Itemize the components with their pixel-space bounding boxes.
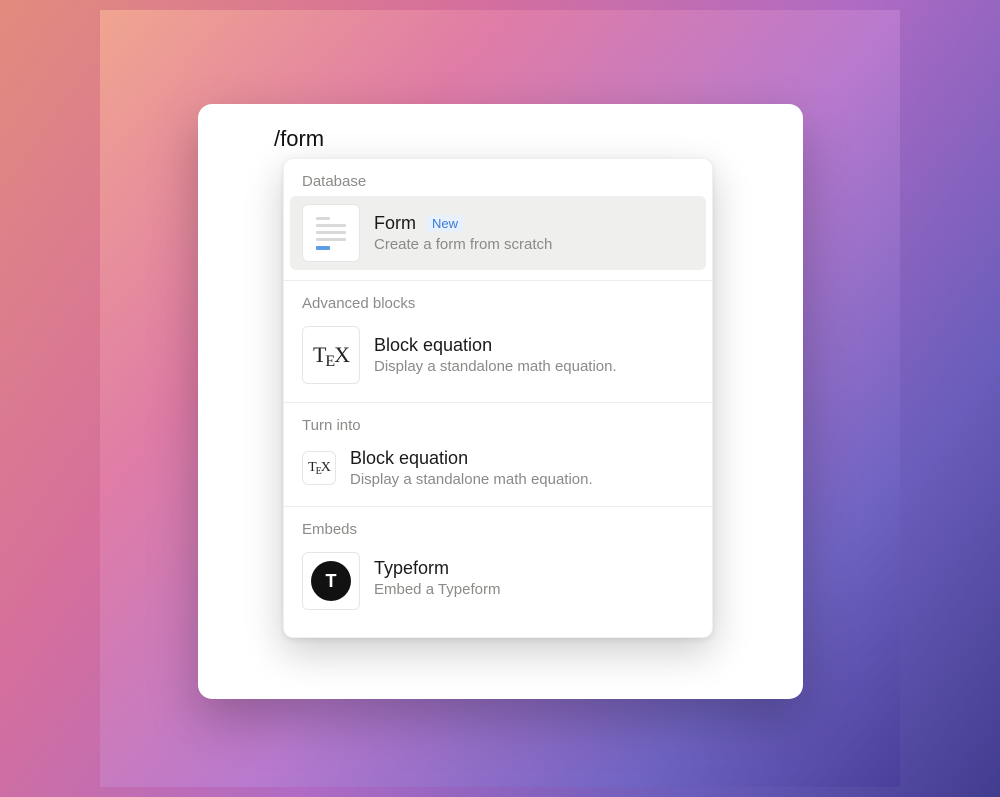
editor-card: Database Form New Create a form from scr… <box>198 104 803 699</box>
menu-item-block-equation[interactable]: TEX Block equation Display a standalone … <box>290 318 706 392</box>
background-frame: Database Form New Create a form from scr… <box>100 10 900 787</box>
menu-item-description: Display a standalone math equation. <box>374 358 617 375</box>
slash-command-input[interactable] <box>274 126 574 152</box>
tex-icon: TEX <box>302 326 360 384</box>
menu-item-title: Block equation <box>350 448 593 469</box>
menu-item-title: Form <box>374 213 416 234</box>
menu-item-title: Typeform <box>374 558 500 579</box>
menu-item-text: Form New Create a form from scratch <box>374 213 552 253</box>
menu-item-text: Block equation Display a standalone math… <box>350 448 593 488</box>
section-header-advanced-blocks: Advanced blocks <box>284 281 712 318</box>
menu-item-description: Embed a Typeform <box>374 581 500 598</box>
new-badge: New <box>426 215 464 232</box>
section-header-database: Database <box>284 159 712 196</box>
tex-icon: TEX <box>302 451 336 485</box>
slash-command-menu: Database Form New Create a form from scr… <box>283 158 713 638</box>
section-header-turn-into: Turn into <box>284 403 712 440</box>
menu-item-form[interactable]: Form New Create a form from scratch <box>290 196 706 270</box>
section-header-embeds: Embeds <box>284 507 712 544</box>
menu-item-title: Block equation <box>374 335 617 356</box>
menu-item-text: Typeform Embed a Typeform <box>374 552 500 598</box>
menu-item-turn-into-block-equation[interactable]: TEX Block equation Display a standalone … <box>290 440 706 496</box>
menu-item-text: Block equation Display a standalone math… <box>374 335 617 375</box>
menu-item-description: Display a standalone math equation. <box>350 471 593 488</box>
menu-item-description: Create a form from scratch <box>374 236 552 253</box>
typeform-icon: T <box>302 552 360 610</box>
menu-item-typeform[interactable]: T Typeform Embed a Typeform <box>290 544 706 610</box>
form-icon <box>302 204 360 262</box>
